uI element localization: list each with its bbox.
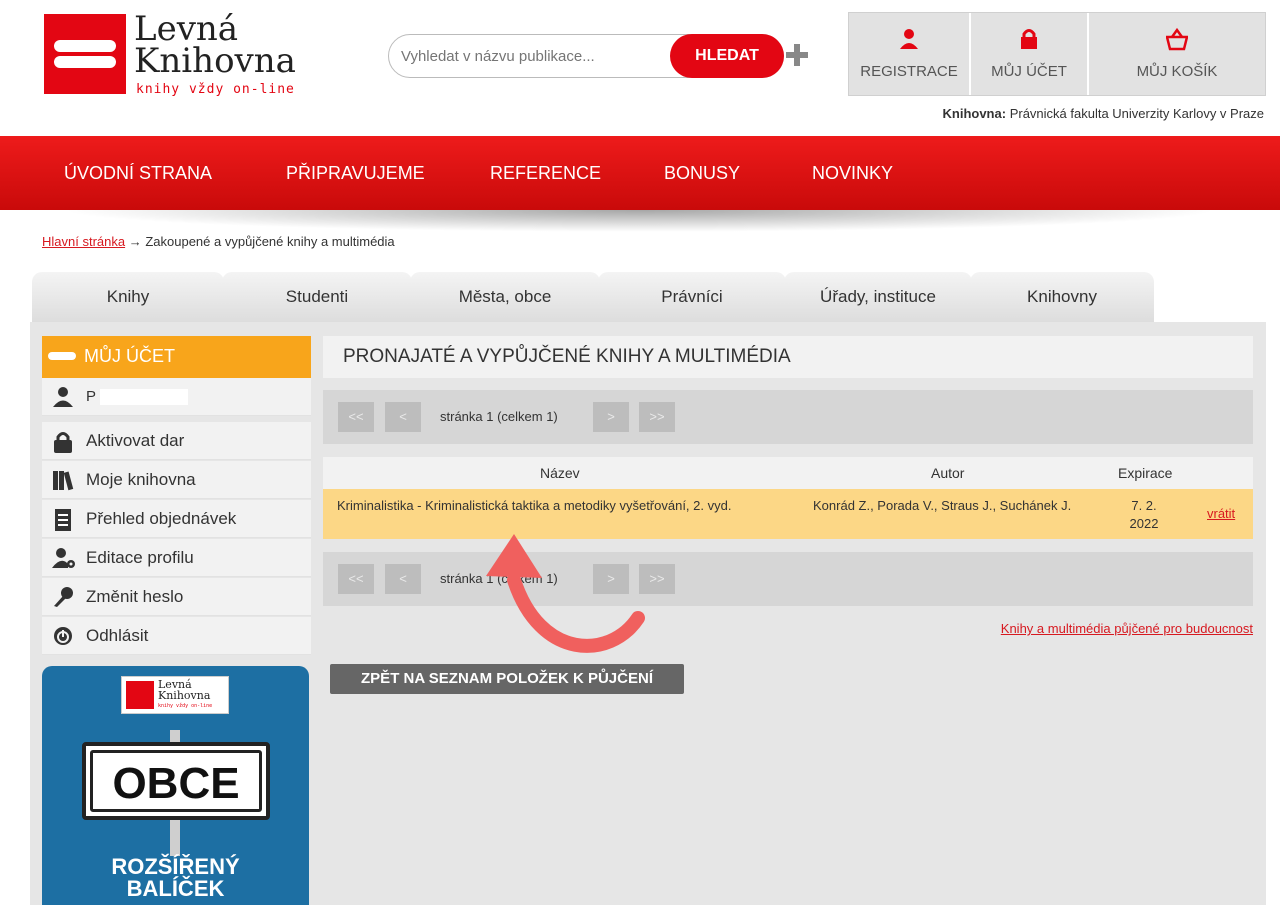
my-cart-label: MŮJ KOŠÍK <box>1136 63 1218 80</box>
sidebar-item-change-password[interactable]: Změnit heslo <box>42 578 311 616</box>
pager-first-button[interactable]: << <box>338 402 374 432</box>
item-title: Kriminalistika - Kriminalistická taktika… <box>337 498 732 513</box>
sidebar-header: MŮJ ÚČET <box>42 336 311 378</box>
table-row: Kriminalistika - Kriminalistická taktika… <box>323 489 1253 539</box>
tab-books[interactable]: Knihy <box>32 272 224 324</box>
borrowed-items-table: Název Autor Expirace Kriminalistika - Kr… <box>323 457 1253 539</box>
pager-next-button[interactable]: > <box>593 402 629 432</box>
library-info: Knihovna: Právnická fakulta Univerzity K… <box>943 106 1265 121</box>
tab-libraries[interactable]: Knihovny <box>970 272 1154 324</box>
pencil-icon <box>48 352 76 360</box>
town-sign-text: OBCE <box>90 750 262 812</box>
library-label: Knihovna: <box>942 106 1007 121</box>
nav-home[interactable]: ÚVODNÍ STRANA <box>64 163 212 184</box>
pager-bottom: << < stránka 1 (celkem 1) > >> <box>323 552 1253 606</box>
pager-prev-button[interactable]: < <box>385 564 421 594</box>
nav-upcoming[interactable]: PŘIPRAVUJEME <box>286 163 425 184</box>
sidebar-item-logout[interactable]: Odhlásit <box>42 617 311 655</box>
user-settings-icon <box>52 548 75 568</box>
promo-logo-tagline: knihy vždy on-line <box>158 703 213 709</box>
pager-top: << < stránka 1 (celkem 1) > >> <box>323 390 1253 444</box>
pager-last-button[interactable]: >> <box>639 402 675 432</box>
document-icon <box>55 509 71 531</box>
books-icon <box>53 471 74 491</box>
sidebar-item-label: Přehled objednávek <box>86 509 237 528</box>
logo-book-icon <box>126 681 154 709</box>
breadcrumb-home-link[interactable]: Hlavní stránka <box>42 234 125 249</box>
pager-prev-button[interactable]: < <box>385 402 421 432</box>
pager-first-button[interactable]: << <box>338 564 374 594</box>
user-name-redacted <box>100 389 188 405</box>
page-title: PRONAJATÉ A VYPŮJČENÉ KNIHY A MULTIMÉDIA <box>323 336 1253 378</box>
site-logo[interactable]: Levná Knihovna knihy vždy on-line <box>44 12 314 104</box>
advanced-search-plus-icon[interactable] <box>786 44 808 66</box>
back-to-list-button[interactable]: ZPĚT NA SEZNAM POLOŽEK K PŮJČENÍ <box>330 664 684 694</box>
nav-bonuses[interactable]: BONUSY <box>664 163 740 184</box>
nav-shadow <box>60 210 1220 232</box>
padlock-icon <box>54 432 72 453</box>
breadcrumb-separator: → <box>128 234 142 249</box>
column-title: Název <box>540 465 580 481</box>
lock-icon <box>1021 29 1037 49</box>
header: Levná Knihovna knihy vždy on-line HLEDAT… <box>0 0 1280 135</box>
breadcrumb: Hlavní stránka → Zakoupené a vypůjčené k… <box>42 234 395 249</box>
future-loans-link[interactable]: Knihy a multimédia půjčené pro budoucnos… <box>1001 621 1253 636</box>
sidebar-user-name: P <box>86 388 97 405</box>
my-account-label: MŮJ ÚČET <box>991 63 1067 80</box>
sidebar-item-label: Změnit heslo <box>86 587 184 606</box>
power-icon <box>54 627 72 645</box>
breadcrumb-current: Zakoupené a vypůjčené knihy a multimédia <box>145 234 395 249</box>
nav-reference[interactable]: REFERENCE <box>490 163 601 184</box>
my-account-button[interactable]: MŮJ ÚČET <box>971 13 1089 95</box>
user-icon <box>53 387 73 407</box>
sidebar-item-activate-gift[interactable]: Aktivovat dar <box>42 422 311 460</box>
table-header: Název Autor Expirace <box>323 457 1253 489</box>
tab-students[interactable]: Studenti <box>222 272 412 324</box>
sidebar-item-label: Aktivovat dar <box>86 431 185 450</box>
user-icon <box>900 29 918 49</box>
logo-tagline: knihy vždy on-line <box>136 82 295 97</box>
search-input[interactable] <box>401 45 661 67</box>
item-expiry: 7. 2. 2022 <box>1129 498 1159 531</box>
key-icon <box>54 587 73 607</box>
promo-banner[interactable]: Levná Knihovna knihy vždy on-line OBCE R… <box>42 666 309 905</box>
tab-lawyers[interactable]: Právníci <box>598 272 786 324</box>
column-expiry: Expirace <box>1118 465 1173 481</box>
nav-news[interactable]: NOVINKY <box>812 163 893 184</box>
account-bar: REGISTRACE MŮJ ÚČET MŮJ KOŠÍK <box>848 12 1266 96</box>
register-label: REGISTRACE <box>860 63 958 80</box>
annotation-arrow-icon <box>486 534 645 653</box>
sidebar-title: MŮJ ÚČET <box>84 346 175 366</box>
sidebar-item-orders[interactable]: Přehled objednávek <box>42 500 311 538</box>
main-nav: ÚVODNÍ STRANA PŘIPRAVUJEME REFERENCE BON… <box>0 136 1280 210</box>
my-cart-button[interactable]: MŮJ KOŠÍK <box>1089 13 1265 95</box>
logo-book-icon <box>44 14 126 94</box>
basket-icon <box>1166 27 1188 51</box>
item-author: Konrád Z., Porada V., Straus J., Sucháne… <box>813 498 1072 513</box>
return-link[interactable]: vrátit <box>1207 506 1235 521</box>
search-bar: HLEDAT <box>388 34 784 78</box>
promo-logo-word-2: Knihovna <box>158 689 211 702</box>
sidebar-item-label: Editace profilu <box>86 548 194 567</box>
promo-text-2: BALÍČEK <box>126 876 225 901</box>
page-title-text: PRONAJATÉ A VYPŮJČENÉ KNIHY A MULTIMÉDIA <box>343 346 791 367</box>
sidebar-item-edit-profile[interactable]: Editace profilu <box>42 539 311 577</box>
tab-cities[interactable]: Města, obce <box>410 272 600 324</box>
sidebar-item-label: Odhlásit <box>86 626 149 645</box>
library-name: Právnická fakulta Univerzity Karlovy v P… <box>1009 106 1264 121</box>
search-button[interactable]: HLEDAT <box>670 34 784 78</box>
column-author: Autor <box>931 465 965 481</box>
town-sign: OBCE <box>82 742 270 820</box>
sidebar-item-label: Moje knihovna <box>86 470 196 489</box>
pager-status: stránka 1 (celkem 1) <box>440 409 558 424</box>
register-button[interactable]: REGISTRACE <box>849 13 971 95</box>
sidebar-item-my-library[interactable]: Moje knihovna <box>42 461 311 499</box>
promo-logo: Levná Knihovna knihy vždy on-line <box>121 676 229 714</box>
tab-offices[interactable]: Úřady, instituce <box>784 272 972 324</box>
logo-word-2: Knihovna <box>134 41 296 81</box>
